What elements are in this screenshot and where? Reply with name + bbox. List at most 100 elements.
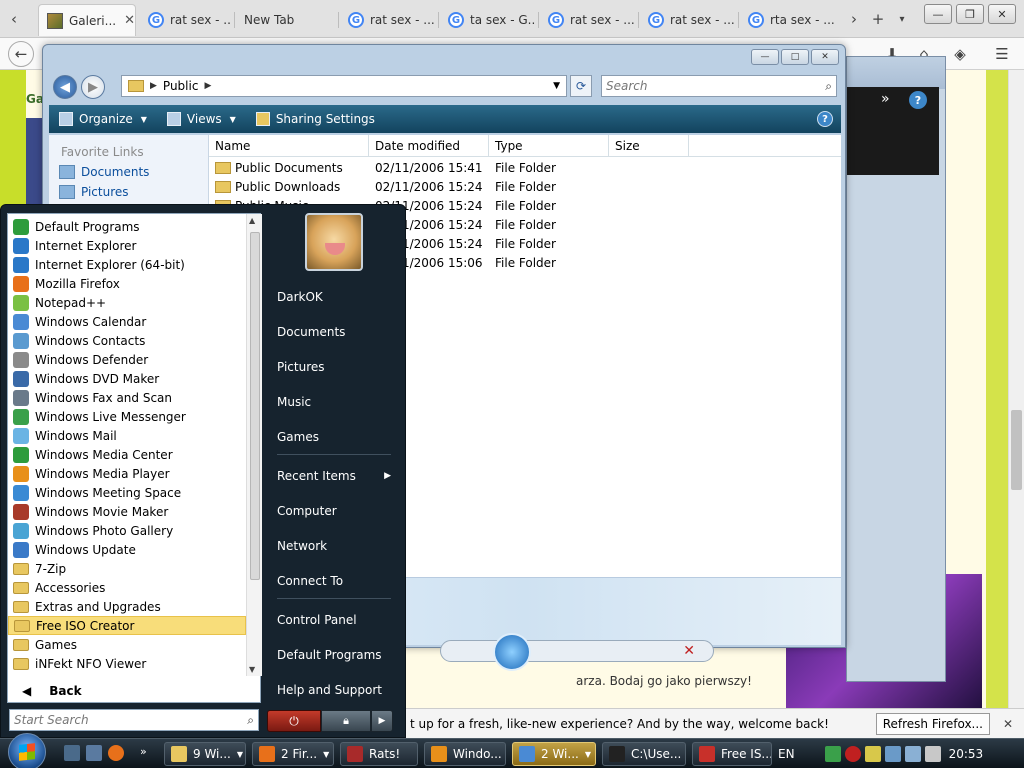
tab-list-dropdown-icon[interactable]: ▾: [890, 6, 914, 32]
new-tab-button[interactable]: +: [866, 6, 890, 32]
start-menu-place-item[interactable]: Computer: [269, 493, 399, 528]
forward-arrow-icon[interactable]: ▶: [81, 75, 105, 99]
browser-close-icon[interactable]: ✕: [988, 4, 1016, 24]
language-indicator[interactable]: EN: [778, 747, 795, 761]
back-arrow-icon[interactable]: ◀: [53, 75, 77, 99]
start-menu-place-item[interactable]: Control Panel: [269, 602, 399, 637]
start-menu-place-item[interactable]: Music: [269, 384, 399, 419]
play-button[interactable]: [493, 633, 531, 671]
program-item[interactable]: Windows DVD Maker: [8, 369, 246, 388]
taskbar-button[interactable]: 2 Wi... ▼: [512, 742, 596, 766]
program-item[interactable]: Mozilla Firefox: [8, 274, 246, 293]
lock-icon[interactable]: 🔒︎: [321, 710, 371, 732]
minimize-icon[interactable]: —: [924, 4, 952, 24]
breadcrumb-chevron-icon[interactable]: ▶: [150, 81, 157, 91]
scroll-down-icon[interactable]: ▼: [249, 665, 255, 674]
start-menu-place-item[interactable]: Network: [269, 528, 399, 563]
column-header-type[interactable]: Type: [489, 135, 609, 157]
update-tray-icon[interactable]: [884, 746, 901, 762]
taskbar-button[interactable]: Rats!: [340, 742, 418, 766]
program-item[interactable]: Default Programs: [8, 217, 246, 236]
explorer-maximize-icon[interactable]: □: [781, 49, 809, 65]
program-item[interactable]: Internet Explorer (64-bit): [8, 255, 246, 274]
taskbar-button[interactable]: Free IS...: [692, 742, 772, 766]
program-item[interactable]: Windows Update: [8, 540, 246, 559]
network-tray-icon[interactable]: [864, 746, 881, 762]
program-item[interactable]: Accessories: [8, 578, 246, 597]
program-item[interactable]: Windows Photo Gallery: [8, 521, 246, 540]
explorer-search-input[interactable]: Search ⌕: [601, 75, 837, 97]
taskbar-button[interactable]: Windo...: [424, 742, 506, 766]
start-menu-place-item[interactable]: Games: [269, 419, 399, 454]
program-item[interactable]: Windows Calendar: [8, 312, 246, 331]
program-item[interactable]: iNFekt NFO Viewer: [8, 654, 246, 673]
program-item[interactable]: Windows Mail: [8, 426, 246, 445]
messenger-tray-icon[interactable]: [824, 746, 841, 762]
start-menu-place-item[interactable]: Help and Support: [269, 672, 399, 707]
help-icon[interactable]: ?: [909, 91, 927, 109]
program-item[interactable]: 7-Zip: [8, 559, 246, 578]
breadcrumb-chevron-icon[interactable]: ▶: [204, 81, 211, 91]
start-menu-place-item[interactable]: Connect To: [269, 563, 399, 598]
column-header-size[interactable]: Size: [609, 135, 689, 157]
browser-tab[interactable]: Grat sex - ...: [540, 4, 636, 36]
browser-back-icon[interactable]: ←: [8, 41, 34, 67]
program-item[interactable]: Windows Defender: [8, 350, 246, 369]
security-alert-icon[interactable]: [844, 746, 861, 762]
column-header-date-modified[interactable]: Date modified: [369, 135, 489, 157]
program-item[interactable]: Windows Contacts: [8, 331, 246, 350]
explorer2-titlebar[interactable]: [847, 57, 945, 89]
browser-tab[interactable]: Galeri... ✕: [38, 4, 136, 36]
taskbar-button[interactable]: C:\Use...: [602, 742, 686, 766]
show-desktop-icon[interactable]: [64, 745, 80, 761]
taskbar-button[interactable]: 2 Fir... ▼: [252, 742, 334, 766]
explorer-close-icon[interactable]: ✕: [811, 49, 839, 65]
explorer-minimize-icon[interactable]: —: [751, 49, 779, 65]
browser-tab[interactable]: Grat sex - ...: [640, 4, 736, 36]
page-scrollbar-thumb[interactable]: [1011, 410, 1022, 490]
program-item[interactable]: Extras and Upgrades: [8, 597, 246, 616]
close-icon[interactable]: ✕: [683, 643, 695, 659]
program-item[interactable]: Windows Fax and Scan: [8, 388, 246, 407]
volume-icon[interactable]: [924, 746, 941, 762]
sharing-settings-button[interactable]: Sharing Settings: [246, 112, 385, 126]
breadcrumb-public[interactable]: Public: [163, 79, 199, 93]
scroll-tabs-left-icon[interactable]: ‹: [2, 6, 26, 32]
quicklaunch-more-icon[interactable]: »: [140, 745, 156, 761]
program-item[interactable]: Windows Meeting Space: [8, 483, 246, 502]
start-search-input[interactable]: Start Search ⌕: [9, 709, 259, 731]
start-menu-place-item[interactable]: DarkOK: [269, 279, 399, 314]
page-scrollbar[interactable]: [1008, 70, 1024, 710]
taskbar-button[interactable]: 9 Wi... ▼: [164, 742, 246, 766]
address-bar[interactable]: ▶ Public ▶ ▼: [121, 75, 567, 97]
chevron-more-icon[interactable]: »: [881, 91, 890, 107]
user-picture-avatar[interactable]: [305, 213, 363, 271]
column-header-name[interactable]: Name: [209, 135, 369, 157]
search-icon[interactable]: ⌕: [825, 79, 832, 94]
program-item[interactable]: Internet Explorer: [8, 236, 246, 255]
start-menu-place-item[interactable]: Pictures: [269, 349, 399, 384]
browser-tab[interactable]: New Tab: [236, 4, 336, 36]
clock[interactable]: 20:53: [949, 747, 984, 761]
organize-button[interactable]: Organize ▼: [49, 112, 157, 126]
start-button[interactable]: [8, 733, 46, 768]
explorer-window-background[interactable]: » ?: [846, 56, 946, 682]
favorite-link-documents[interactable]: Documents: [49, 159, 208, 179]
start-menu-place-item[interactable]: Documents: [269, 314, 399, 349]
file-row[interactable]: Public Downloads 02/11/2006 15:24 File Fol…: [209, 178, 841, 197]
switch-windows-icon[interactable]: [86, 745, 102, 761]
tab-close-icon[interactable]: ✕: [124, 13, 135, 28]
start-menu-place-item[interactable]: Recent Items ▶: [269, 458, 399, 493]
firefox-icon[interactable]: [108, 745, 124, 761]
program-item[interactable]: Windows Media Player: [8, 464, 246, 483]
file-row[interactable]: Public Documents 02/11/2006 15:41 File Fol…: [209, 159, 841, 178]
scroll-up-icon[interactable]: ▲: [249, 216, 255, 225]
pocket-icon[interactable]: ◈: [948, 41, 972, 67]
scroll-tabs-right-icon[interactable]: ›: [842, 6, 866, 32]
program-item[interactable]: Windows Media Center: [8, 445, 246, 464]
browser-tab[interactable]: Grat sex - ...: [140, 4, 232, 36]
browser-tab[interactable]: Grta sex - ...: [740, 4, 836, 36]
notification-close-icon[interactable]: ✕: [998, 717, 1018, 731]
program-item[interactable]: Windows Movie Maker: [8, 502, 246, 521]
restore-icon[interactable]: ❐: [956, 4, 984, 24]
